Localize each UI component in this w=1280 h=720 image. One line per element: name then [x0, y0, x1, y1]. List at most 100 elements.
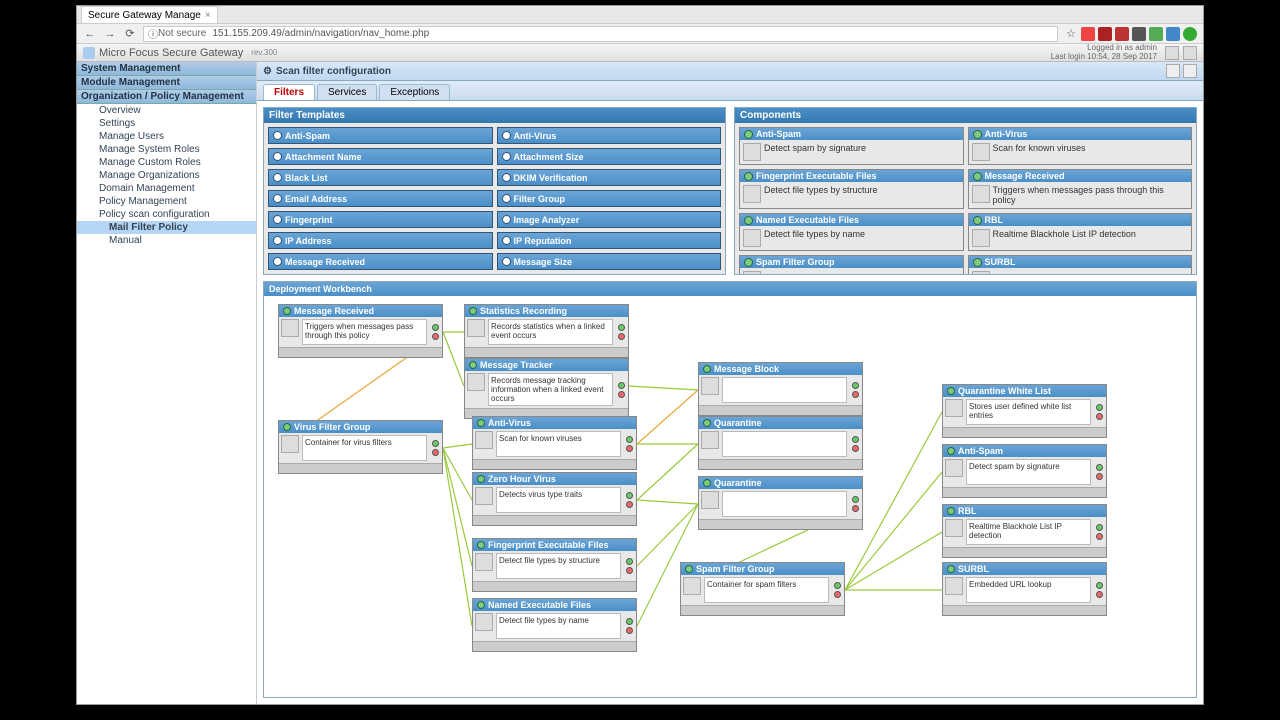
extension-icon[interactable] [1132, 27, 1146, 41]
extension-icon[interactable] [1115, 27, 1129, 41]
browser-tab[interactable]: Secure Gateway Manage × [81, 6, 218, 23]
filter-template-pill[interactable]: Attachment Size [497, 148, 722, 165]
sidebar-item-system-roles[interactable]: Manage System Roles [77, 143, 256, 156]
sidebar-item-policy[interactable]: Policy Management [77, 195, 256, 208]
workbench-node[interactable]: Zero Hour VirusDetects virus type traits [472, 472, 637, 526]
port-out-icon[interactable] [432, 324, 439, 331]
port-out-icon[interactable] [618, 324, 625, 331]
workbench-node[interactable]: Spam Filter GroupContainer for spam filt… [680, 562, 845, 616]
sidebar-section[interactable]: System Management [77, 62, 256, 76]
sidebar-item-organizations[interactable]: Manage Organizations [77, 169, 256, 182]
tab-services[interactable]: Services [317, 84, 377, 100]
port-err-icon[interactable] [626, 567, 633, 574]
component-card[interactable]: SURBL [968, 255, 1193, 274]
extension-icon[interactable] [1166, 27, 1180, 41]
sidebar-item-settings[interactable]: Settings [77, 117, 256, 130]
port-out-icon[interactable] [1096, 524, 1103, 531]
address-bar[interactable]: ⓘ Not secure 151.155.209.49/admin/naviga… [143, 26, 1058, 42]
port-out-icon[interactable] [626, 558, 633, 565]
port-err-icon[interactable] [1096, 413, 1103, 420]
sidebar-section[interactable]: Organization / Policy Management [77, 90, 256, 104]
port-err-icon[interactable] [618, 333, 625, 340]
port-err-icon[interactable] [626, 445, 633, 452]
sidebar-item-users[interactable]: Manage Users [77, 130, 256, 143]
close-icon[interactable]: × [205, 10, 211, 21]
port-err-icon[interactable] [1096, 591, 1103, 598]
component-card[interactable]: Named Executable FilesDetect file types … [739, 213, 964, 251]
port-out-icon[interactable] [1096, 582, 1103, 589]
extension-icon[interactable] [1098, 27, 1112, 41]
port-out-icon[interactable] [852, 436, 859, 443]
refresh-icon[interactable] [1165, 46, 1179, 60]
extension-icon[interactable] [1183, 27, 1197, 41]
extension-icon[interactable] [1149, 27, 1163, 41]
filter-template-pill[interactable]: Message Size [497, 253, 722, 270]
filter-template-pill[interactable]: IP Address [268, 232, 493, 249]
port-err-icon[interactable] [852, 505, 859, 512]
filter-template-pill[interactable]: Anti-Virus [497, 127, 722, 144]
port-err-icon[interactable] [626, 501, 633, 508]
filter-template-pill[interactable]: Fingerprint [268, 211, 493, 228]
workbench-node[interactable]: Anti-SpamDetect spam by signature [942, 444, 1107, 498]
port-out-icon[interactable] [626, 436, 633, 443]
port-out-icon[interactable] [852, 496, 859, 503]
port-err-icon[interactable] [618, 391, 625, 398]
workbench-node[interactable]: Virus Filter GroupContainer for virus fi… [278, 420, 443, 474]
workbench-node[interactable]: Quarantine [698, 416, 863, 470]
filter-template-pill[interactable]: Image Analyzer [497, 211, 722, 228]
sidebar-item-domain[interactable]: Domain Management [77, 182, 256, 195]
logout-icon[interactable] [1183, 46, 1197, 60]
port-err-icon[interactable] [834, 591, 841, 598]
tab-filters[interactable]: Filters [263, 84, 315, 100]
tab-exceptions[interactable]: Exceptions [379, 84, 450, 100]
filter-template-pill[interactable]: Filter Group [497, 190, 722, 207]
port-out-icon[interactable] [1096, 404, 1103, 411]
workbench-node[interactable]: SURBLEmbedded URL lookup [942, 562, 1107, 616]
port-out-icon[interactable] [626, 618, 633, 625]
reload-icon[interactable]: ⟳ [123, 27, 137, 41]
sidebar-section[interactable]: Module Management [77, 76, 256, 90]
port-err-icon[interactable] [1096, 533, 1103, 540]
component-card[interactable]: Spam Filter Group [739, 255, 964, 274]
workbench-node[interactable]: Message TrackerRecords message tracking … [464, 358, 629, 419]
workbench-node[interactable]: Anti-VirusScan for known viruses [472, 416, 637, 470]
port-err-icon[interactable] [432, 449, 439, 456]
port-out-icon[interactable] [1096, 464, 1103, 471]
filter-template-pill[interactable]: Email Address [268, 190, 493, 207]
sidebar-item-mail-filter[interactable]: Mail Filter Policy [77, 221, 256, 234]
workbench-node[interactable]: Message ReceivedTriggers when messages p… [278, 304, 443, 358]
port-out-icon[interactable] [432, 440, 439, 447]
component-card[interactable]: Anti-SpamDetect spam by signature [739, 127, 964, 165]
sidebar-item-policy-scan[interactable]: Policy scan configuration [77, 208, 256, 221]
component-card[interactable]: Anti-VirusScan for known viruses [968, 127, 1193, 165]
action-icon[interactable] [1166, 64, 1180, 78]
back-icon[interactable]: ← [83, 27, 97, 41]
save-icon[interactable] [1183, 64, 1197, 78]
port-err-icon[interactable] [852, 445, 859, 452]
workbench-node[interactable]: Fingerprint Executable FilesDetect file … [472, 538, 637, 592]
workbench-canvas[interactable]: Message ReceivedTriggers when messages p… [264, 296, 1196, 697]
sidebar-item-custom-roles[interactable]: Manage Custom Roles [77, 156, 256, 169]
port-out-icon[interactable] [852, 382, 859, 389]
workbench-node[interactable]: Quarantine White ListStores user defined… [942, 384, 1107, 438]
port-out-icon[interactable] [626, 492, 633, 499]
filter-template-pill[interactable]: Anti-Spam [268, 127, 493, 144]
workbench-node[interactable]: Message Block [698, 362, 863, 416]
port-err-icon[interactable] [1096, 473, 1103, 480]
port-err-icon[interactable] [626, 627, 633, 634]
workbench-node[interactable]: RBLRealtime Blackhole List IP detection [942, 504, 1107, 558]
extension-icon[interactable] [1081, 27, 1095, 41]
port-out-icon[interactable] [834, 582, 841, 589]
port-err-icon[interactable] [852, 391, 859, 398]
filter-template-pill[interactable]: Message Received [268, 253, 493, 270]
workbench-node[interactable]: Statistics RecordingRecords statistics w… [464, 304, 629, 358]
sidebar-item-overview[interactable]: Overview [77, 104, 256, 117]
filter-template-pill[interactable]: IP Reputation [497, 232, 722, 249]
filter-template-pill[interactable]: DKIM Verification [497, 169, 722, 186]
port-err-icon[interactable] [432, 333, 439, 340]
workbench-node[interactable]: Quarantine [698, 476, 863, 530]
filter-template-pill[interactable]: Attachment Name [268, 148, 493, 165]
sidebar-item-manual[interactable]: Manual [77, 234, 256, 247]
star-icon[interactable]: ☆ [1064, 27, 1078, 41]
filter-template-pill[interactable]: Black List [268, 169, 493, 186]
